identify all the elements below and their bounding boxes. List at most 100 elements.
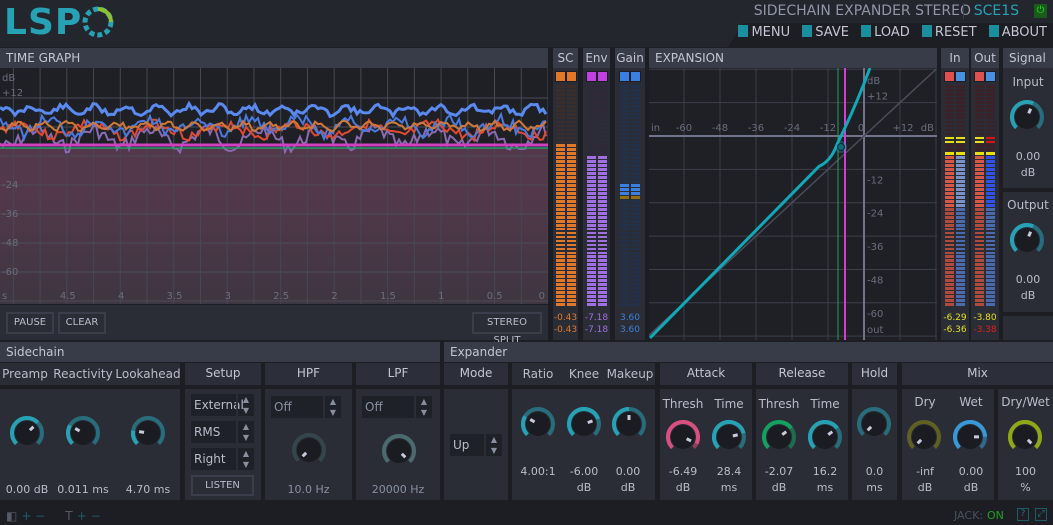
in-channel-toggle-left[interactable] [944, 71, 955, 82]
meter-segment [945, 92, 954, 96]
env-channel-toggle-left[interactable] [585, 71, 597, 82]
attack-time-knob[interactable] [709, 417, 749, 457]
meter-segment [945, 231, 954, 235]
gain-channel-toggle-left[interactable] [619, 71, 630, 82]
lpf-knob[interactable] [379, 431, 419, 471]
meter-segment [566, 116, 576, 120]
meter-segment [956, 152, 965, 156]
dry-value: -inf [916, 465, 934, 478]
knob-pointer [138, 430, 145, 434]
meter-segment [631, 255, 640, 259]
hold-value: 0.0 [865, 465, 884, 478]
window-size-icon[interactable]: ◧ [6, 509, 21, 523]
knob-body [15, 421, 39, 445]
lookahead-knob[interactable] [128, 413, 168, 453]
lpf-mode-select[interactable]: Off ▲ ▼ [362, 396, 432, 418]
meter-segment [631, 291, 640, 294]
meter-segment [986, 184, 995, 187]
wet-label: Wet [959, 395, 983, 409]
meter-segment [586, 172, 596, 175]
hpf-mode-select[interactable]: Off ▲ ▼ [271, 396, 341, 418]
preamp-knob[interactable] [7, 413, 47, 453]
reset-button[interactable]: RESET [921, 24, 977, 42]
out-channel-toggle-left[interactable] [974, 71, 985, 82]
source-select[interactable]: External ▲ ▼ [191, 394, 254, 416]
gain-channel-toggle-right[interactable] [630, 71, 641, 82]
pause-button[interactable]: PAUSE [6, 312, 54, 334]
meter-segment [945, 108, 954, 112]
listen-button[interactable]: LISTEN [191, 475, 254, 496]
meter-segment [986, 259, 995, 263]
help-icon[interactable]: ? [1017, 508, 1029, 521]
meter-segment [586, 219, 596, 223]
meter-segment [945, 227, 954, 231]
meter-segment [586, 108, 596, 112]
save-button[interactable]: SAVE [802, 24, 849, 42]
env-channel-toggle-right[interactable] [596, 71, 608, 82]
font-decrease-icon[interactable]: − [91, 509, 105, 523]
meter-segment [631, 136, 640, 140]
load-button[interactable]: LOAD [861, 24, 910, 42]
sc-meter-label: SC [553, 48, 578, 68]
meter-segment [975, 303, 984, 306]
font-increase-icon[interactable]: + [77, 509, 91, 523]
zoom-in-icon[interactable]: + [21, 509, 35, 523]
power-icon[interactable]: ⏻ [1034, 4, 1047, 18]
meter-segment [586, 132, 596, 136]
meter-segment [620, 299, 629, 302]
meter-segment [586, 180, 596, 183]
meter-segment [620, 223, 629, 227]
hold-knob[interactable] [854, 404, 894, 444]
in-channel-toggle-right[interactable] [955, 71, 966, 82]
sc-channel-toggle-right[interactable] [565, 71, 577, 82]
meter-segment [566, 267, 576, 271]
wet-knob[interactable] [950, 417, 990, 457]
y-tick-label: +12 [867, 92, 888, 103]
meter-segment [631, 88, 640, 92]
mode-select[interactable]: RMS ▲ ▼ [191, 421, 254, 443]
meter-segment [566, 299, 576, 302]
out-channel-toggle-right[interactable] [985, 71, 996, 82]
meter-segment [975, 243, 984, 247]
ratio-knob[interactable] [518, 404, 558, 444]
dry-knob[interactable] [904, 417, 944, 457]
menu-button[interactable]: MENU [738, 24, 790, 42]
font-size-icon[interactable]: T [65, 509, 76, 523]
release-time-knob[interactable] [805, 417, 845, 457]
meter-segment [956, 164, 965, 168]
knee-knob[interactable] [564, 404, 604, 444]
about-button[interactable]: ABOUT [988, 24, 1047, 42]
reactivity-knob[interactable] [63, 413, 103, 453]
hpf-knob[interactable] [289, 430, 329, 470]
channel-value: Right [194, 452, 226, 466]
attack-thresh-knob[interactable] [663, 417, 703, 457]
drywet-knob[interactable] [1005, 417, 1045, 457]
zoom-out-icon[interactable]: − [35, 509, 49, 523]
meter-segment [555, 235, 565, 239]
meter-segment [586, 128, 596, 132]
meter-segment [631, 211, 640, 215]
makeup-knob[interactable] [609, 404, 649, 444]
meter-segment [566, 192, 576, 195]
stereo-split-button[interactable]: STEREO SPLIT [472, 312, 542, 346]
clear-button[interactable]: CLEAR [58, 312, 106, 334]
sc-channel-toggle-left[interactable] [554, 71, 566, 82]
meter-segment [597, 192, 607, 195]
meter-segment [945, 88, 954, 92]
meter-segment [555, 152, 565, 156]
meter-segment [631, 172, 640, 175]
knob-pointer [1027, 108, 1033, 114]
meter-segment [975, 271, 984, 275]
meter-segment [586, 152, 596, 156]
channel-select[interactable]: Right ▲ ▼ [191, 448, 254, 470]
mix-label: Mix [902, 363, 1053, 385]
expander-mode-select[interactable]: Up ▲ ▼ [450, 434, 502, 456]
meter-segment [986, 164, 995, 168]
save-label: SAVE [815, 25, 849, 40]
meter-segment [586, 207, 596, 211]
release-thresh-knob[interactable] [759, 417, 799, 457]
meter-segment [566, 136, 576, 140]
fullscreen-icon[interactable]: ⤢ [1035, 508, 1047, 521]
input-knob[interactable] [1007, 97, 1047, 137]
output-knob[interactable] [1007, 220, 1047, 260]
